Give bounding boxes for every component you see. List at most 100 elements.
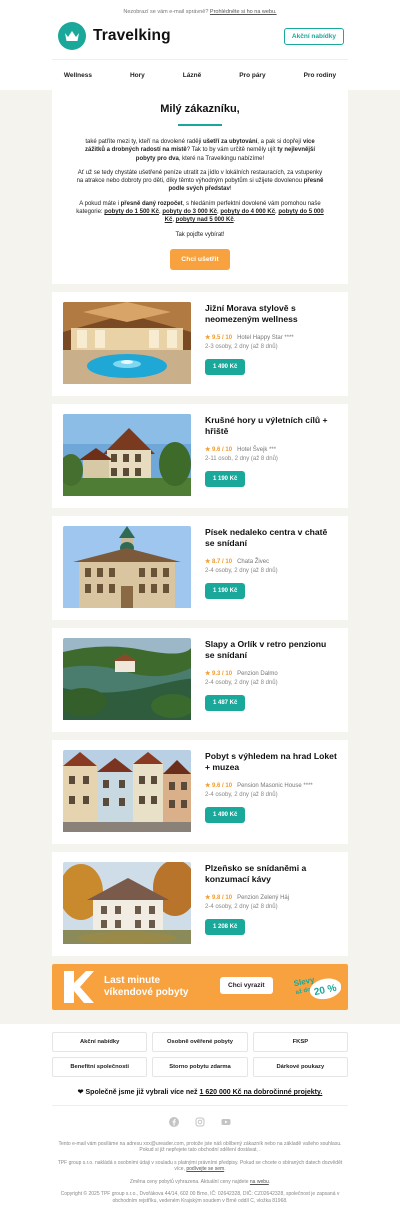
charity-link[interactable]: 1 620 000 Kč na dobročinné projekty. (200, 1089, 323, 1096)
hotel-photo-building[interactable] (63, 413, 191, 498)
category-link-1500[interactable]: pobyty do 1 500 Kč (104, 209, 159, 215)
preheader: Nezobrazí se vám e-mail správně? Prohléd… (0, 0, 400, 20)
stay-meta: 2-3 osoby, 2 dny (až 8 dnů) (205, 343, 278, 350)
last-minute-banner[interactable]: Last minute víkendové pobyty Chci vyrazi… (52, 963, 348, 1010)
category-link-4000[interactable]: pobyty do 4 000 Kč (220, 209, 275, 215)
hotel-title[interactable]: Krušné hory u výletních cílů + hřiště (205, 415, 338, 438)
price-button[interactable]: 1 490 Kč (205, 358, 246, 375)
footer-link-vouchers[interactable]: Dárkové poukazy (252, 1056, 348, 1077)
hotel-photo-villa[interactable] (63, 861, 191, 946)
footer-link-free-cancel[interactable]: Storno pobytu zdarma (152, 1056, 248, 1077)
rating-score: ★ 9.5 / 10 (205, 334, 233, 341)
view-in-browser-link[interactable]: Prohlédněte si ho na webu. (210, 9, 277, 15)
hotel-card[interactable]: Plzeňsko se snídaněmi a konzumací kávy ★… (52, 851, 348, 956)
divider (52, 1104, 348, 1106)
instagram-icon[interactable] (195, 1117, 205, 1127)
nav-item-pro-rodiny[interactable]: Pro rodiny (285, 72, 356, 79)
web-link[interactable]: na webu (250, 1179, 269, 1185)
hotel-card-body: Krušné hory u výletních cílů + hřiště ★ … (205, 414, 338, 498)
hotel-title[interactable]: Pobyt s výhledem na hrad Loket + muzea (205, 751, 338, 774)
nav-item-hory[interactable]: Hory (111, 72, 164, 79)
rating-score: ★ 8.7 / 10 (205, 558, 233, 565)
crown-icon (58, 22, 86, 50)
email-page: Nezobrazí se vám e-mail správně? Prohléd… (0, 0, 400, 1213)
nav-item-wellness[interactable]: Wellness (45, 72, 111, 79)
price-button[interactable]: 1 190 Kč (205, 470, 246, 487)
price-button[interactable]: 1 490 Kč (205, 806, 246, 823)
stay-meta: 2-4 osoby, 2 dny (až 8 dnů) (205, 679, 278, 686)
hotel-photo-pool[interactable] (63, 301, 191, 386)
rating-line: ★ 9.6 / 10 Hotel Švejk *** (205, 446, 338, 453)
heart-icon: ❤ (77, 1088, 84, 1096)
hotel-card-body: Pobyt s výhledem na hrad Loket + muzea ★… (205, 750, 338, 834)
brand-name: Travelking (93, 27, 171, 44)
main-nav: Wellness Hory Lázně Pro páry Pro rodiny (0, 60, 400, 90)
rating-line: ★ 8.7 / 10 Chata Živec (205, 558, 338, 565)
nav-item-lazne[interactable]: Lázně (164, 72, 220, 79)
hotel-title[interactable]: Písek nedaleko centra v chatě se snídaní (205, 527, 338, 550)
footer: Akční nabídky Osobně ověřené pobyty FKSP… (0, 1023, 400, 1213)
footer-link-benefits[interactable]: Benefitní společnosti (52, 1056, 148, 1077)
save-cta-button[interactable]: Chci ušetřit (170, 248, 230, 270)
hotel-title[interactable]: Plzeňsko se snídaněmi a konzumací kávy (205, 863, 338, 886)
travelking-logo[interactable]: Travelking (58, 22, 171, 50)
hotel-name: Hotel Happy Star **** (237, 334, 294, 341)
hotel-list: Jižní Morava stylově s neomezeným wellne… (0, 291, 400, 956)
brand-mark-icon (64, 970, 94, 1003)
price-button[interactable]: 1 190 Kč (205, 582, 246, 599)
price-button[interactable]: 1 208 Kč (205, 918, 246, 935)
privacy-link[interactable]: podívejte se sem (186, 1166, 224, 1172)
hotel-card-body: Plzeňsko se snídaněmi a konzumací kávy ★… (205, 862, 338, 946)
legal-privacy: TPF group s.r.o. nakládá s osobními údaj… (57, 1159, 343, 1173)
deals-button[interactable]: Akční nabídky (283, 27, 344, 45)
footer-link-deals[interactable]: Akční nabídky (52, 1031, 148, 1052)
banner-cta-button[interactable]: Chci vyrazit (220, 976, 273, 994)
hotel-photo-street[interactable] (63, 749, 191, 834)
stay-meta: 2-4 osoby, 2 dny (až 8 dnů) (205, 791, 278, 798)
intro-paragraph-1: také patříte mezi ty, kteří na dovolené … (85, 139, 315, 162)
hotel-title[interactable]: Jižní Morava stylově s neomezeným wellne… (205, 303, 338, 326)
header: Nezobrazí se vám e-mail správně? Prohléd… (0, 0, 400, 90)
svg-text:až do: až do (295, 987, 312, 996)
footer-links: Akční nabídky Osobně ověřené pobyty FKSP… (52, 1031, 348, 1077)
facebook-icon[interactable] (169, 1116, 179, 1127)
hotel-name: Chata Živec (237, 558, 270, 565)
rating-line: ★ 9.6 / 10 Pension Masonic House **** (205, 782, 338, 789)
rating-score: ★ 9.8 / 10 (205, 894, 233, 901)
banner-title: Last minute víkendové pobyty (104, 974, 189, 998)
discount-badge: Slevy až do 20 % (289, 970, 342, 1006)
hotel-card-body: Písek nedaleko centra v chatě se snídaní… (205, 526, 338, 610)
hotel-photo-tower[interactable] (63, 525, 191, 610)
category-link-over-5000[interactable]: pobyty nad 5 000 Kč (176, 217, 234, 223)
stay-meta: 2-4 osoby, 2 dny (až 8 dnů) (205, 567, 278, 574)
hotel-photo-lake[interactable] (63, 637, 191, 722)
hotel-card[interactable]: Písek nedaleko centra v chatě se snídaní… (52, 515, 348, 620)
intro-card: Milý zákazníku, také patříte mezi ty, kt… (52, 90, 348, 284)
rating-score: ★ 9.6 / 10 (205, 446, 233, 453)
charity-line: ❤ Společně jsme již vybrali více než 1 6… (77, 1088, 323, 1096)
hotel-name: Penzion Zelený Háj (237, 894, 290, 901)
brand-bar: Travelking Akční nabídky (0, 20, 400, 52)
category-link-3000[interactable]: pobyty do 3 000 Kč (162, 209, 217, 215)
rating-line: ★ 9.8 / 10 Penzion Zelený Háj (205, 894, 338, 901)
hotel-name: Penzion Dalmo (237, 670, 278, 677)
price-button[interactable]: 1 487 Kč (205, 694, 246, 711)
hotel-name: Hotel Švejk *** (237, 446, 277, 453)
footer-link-fksp[interactable]: FKSP (252, 1031, 348, 1052)
hotel-card-body: Jižní Morava stylově s neomezeným wellne… (205, 302, 338, 386)
intro-paragraph-4: Tak pojďte vybírat! (175, 231, 225, 238)
copyright: Copyright © 2025 TPF group s.r.o., Dvořá… (60, 1191, 340, 1204)
hotel-card[interactable]: Pobyt s výhledem na hrad Loket + muzea ★… (52, 739, 348, 844)
hotel-card[interactable]: Krušné hory u výletních cílů + hřiště ★ … (52, 403, 348, 508)
greeting-title: Milý zákazníku, (160, 103, 240, 115)
rating-line: ★ 9.5 / 10 Hotel Happy Star **** (205, 334, 338, 341)
hotel-card[interactable]: Slapy a Orlík v retro penzionu se snídan… (52, 627, 348, 732)
stay-meta: 2-11 osob, 2 dny (až 8 dnů) (205, 455, 278, 462)
hotel-card[interactable]: Jižní Morava stylově s neomezeným wellne… (52, 291, 348, 396)
youtube-icon[interactable] (221, 1117, 231, 1127)
footer-link-verified[interactable]: Osobně ověřené pobyty (152, 1031, 248, 1052)
nav-item-pro-pary[interactable]: Pro páry (220, 72, 284, 79)
rating-score: ★ 9.3 / 10 (205, 670, 233, 677)
stay-meta: 2-4 osoby, 2 dny (až 8 dnů) (205, 903, 278, 910)
hotel-title[interactable]: Slapy a Orlík v retro penzionu se snídan… (205, 639, 338, 662)
